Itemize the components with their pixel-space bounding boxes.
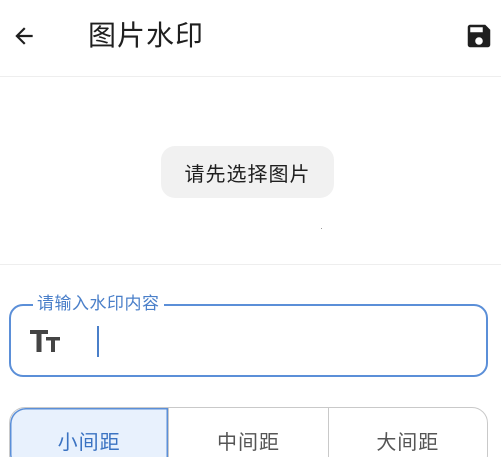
text-caret: [97, 326, 99, 357]
watermark-text-input[interactable]: [85, 320, 465, 360]
preview-marker: [321, 228, 322, 229]
select-image-button[interactable]: 请先选择图片: [161, 146, 334, 198]
arrow-left-icon: [15, 27, 33, 45]
image-preview-area: 请先选择图片: [0, 77, 501, 265]
page-title: 图片水印: [88, 19, 205, 52]
spacing-option-small[interactable]: 小间距: [10, 408, 169, 457]
watermark-field-label: 请输入水印内容: [33, 294, 164, 314]
save-button[interactable]: [459, 16, 499, 56]
text-size-icon: [29, 326, 63, 356]
watermark-text-field[interactable]: 请输入水印内容: [9, 294, 488, 377]
floppy-disk-icon: [467, 24, 491, 48]
spacing-selector: 小间距 中间距 大间距: [9, 407, 488, 457]
spacing-option-large[interactable]: 大间距: [327, 408, 487, 457]
back-button[interactable]: [4, 16, 44, 56]
watermark-screen: 图片水印 请先选择图片 请输入水印内容 小间距 中间距 大间距: [0, 0, 501, 457]
spacing-option-medium[interactable]: 中间距: [168, 408, 327, 457]
app-bar: 图片水印: [0, 0, 501, 77]
